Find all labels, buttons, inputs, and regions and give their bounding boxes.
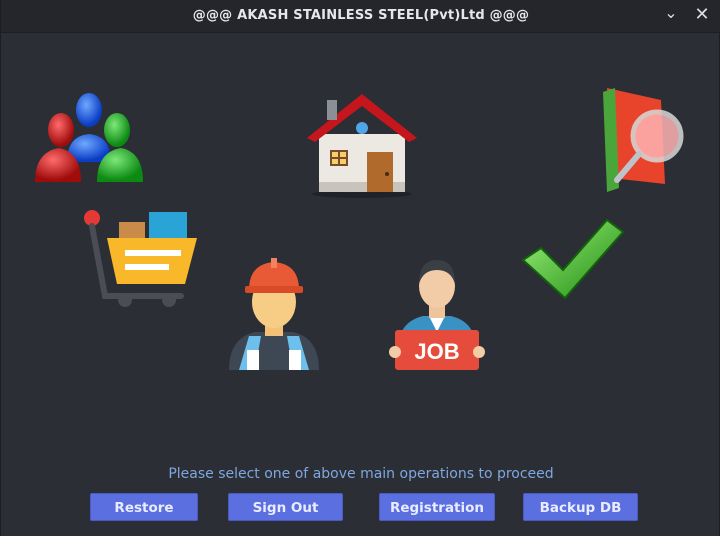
search-document-icon[interactable] (599, 84, 694, 192)
job-seeker-icon[interactable]: JOB (385, 256, 487, 372)
shopping-cart-icon[interactable] (81, 208, 199, 310)
house-icon[interactable] (305, 90, 419, 200)
checkmark-icon[interactable] (521, 214, 625, 304)
instruction-text: Please select one of above main operatio… (168, 466, 554, 482)
main-window: @@@ AKASH STAINLESS STEEL(Pvt)Ltd @@@ ⌄ … (0, 0, 720, 536)
window-title: @@@ AKASH STAINLESS STEEL(Pvt)Ltd @@@ (192, 8, 530, 23)
users-group-icon[interactable] (31, 90, 149, 188)
worker-icon[interactable] (225, 256, 323, 370)
title-bar: @@@ AKASH STAINLESS STEEL(Pvt)Ltd @@@ ⌄ … (1, 0, 720, 33)
close-button[interactable]: ✕ (691, 4, 713, 26)
backup-db-button[interactable]: Backup DB (523, 493, 638, 521)
sign-out-button[interactable]: Sign Out (228, 493, 343, 521)
restore-button[interactable]: Restore (90, 493, 198, 521)
job-sign-text: JOB (414, 339, 459, 364)
minimize-button[interactable]: ⌄ (660, 2, 682, 24)
registration-button[interactable]: Registration (379, 493, 495, 521)
